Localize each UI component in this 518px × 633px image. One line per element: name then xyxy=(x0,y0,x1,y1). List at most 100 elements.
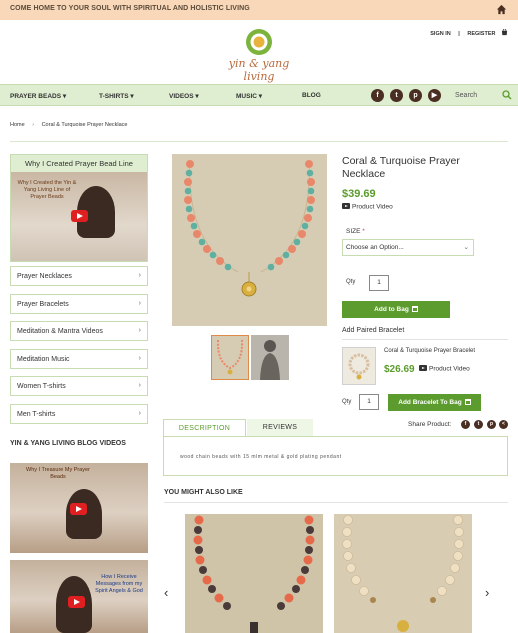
paired-product-image[interactable] xyxy=(342,347,376,385)
gallery-thumbnail-statue[interactable] xyxy=(251,335,289,380)
related-product-image xyxy=(342,515,464,632)
qty-input[interactable]: 1 xyxy=(369,275,389,291)
product-video-link[interactable]: Product Video xyxy=(342,203,393,211)
chevron-right-icon: › xyxy=(138,410,141,417)
blog-video-thumbnail[interactable]: How I Receive Messages from my Spirit An… xyxy=(10,560,148,633)
breadcrumb-current: Coral & Turquoise Prayer Necklace xyxy=(41,122,128,128)
description-panel: wood chain beads with 15 mlm metal & gol… xyxy=(163,436,508,476)
site-header: yin & yang living SIGN IN | REGISTER xyxy=(0,20,518,84)
chevron-right-icon: › xyxy=(138,272,141,279)
carousel-prev-button[interactable]: ‹ xyxy=(164,585,168,600)
chevron-down-icon: ⌄ xyxy=(463,244,469,251)
play-icon[interactable] xyxy=(71,210,88,222)
add-to-bag-label: Add to Bag xyxy=(374,306,409,313)
home-icon[interactable] xyxy=(496,4,507,15)
paired-qty-label: Qty xyxy=(342,399,352,405)
cart-icon[interactable] xyxy=(501,29,508,36)
bag-icon xyxy=(411,306,418,312)
sidebar-item-label: Meditation & Mantra Videos xyxy=(17,328,103,335)
sidebar-item-label: Prayer Necklaces xyxy=(17,273,72,280)
facebook-icon[interactable]: f xyxy=(371,89,384,102)
sidebar-item-meditation-music[interactable]: Meditation Music › xyxy=(10,349,148,369)
tab-description[interactable]: DESCRIPTION xyxy=(163,419,246,436)
nav-prayer-beads[interactable]: PRAYER BEADS ▾ xyxy=(10,92,66,100)
nav-videos[interactable]: VIDEOS ▾ xyxy=(169,92,199,100)
register-link[interactable]: REGISTER xyxy=(467,31,495,37)
required-marker: * xyxy=(362,228,365,235)
signin-link[interactable]: SIGN IN xyxy=(430,31,450,37)
sidebar-item-label: Prayer Bracelets xyxy=(17,301,69,308)
video-caption: Why I Treasure My Prayer Beads xyxy=(26,467,90,480)
related-product-image xyxy=(193,515,315,633)
thumbnail-image xyxy=(260,340,280,380)
add-bracelet-button[interactable]: Add Bracelet To Bag xyxy=(388,394,481,411)
sidebar-item-label: Meditation Music xyxy=(17,356,70,363)
pinterest-icon[interactable]: p xyxy=(409,89,422,102)
paired-heading: Add Paired Bracelet xyxy=(342,327,405,334)
paired-qty-input[interactable]: 1 xyxy=(359,394,379,410)
chevron-right-icon: › xyxy=(138,300,141,307)
chevron-right-icon: › xyxy=(138,382,141,389)
video-icon xyxy=(342,203,350,209)
youtube-icon[interactable]: ▶ xyxy=(428,89,441,102)
paired-video-link[interactable]: Product Video xyxy=(419,365,470,373)
breadcrumb-separator: › xyxy=(32,122,35,128)
nav-t-shirts[interactable]: T-SHIRTS ▾ xyxy=(99,92,134,100)
sidebar-item-women-tshirts[interactable]: Women T-shirts › xyxy=(10,376,148,396)
video-caption: How I Receive Messages from my Spirit An… xyxy=(95,574,143,594)
twitter-icon[interactable]: t xyxy=(390,89,403,102)
divider xyxy=(10,141,508,142)
blog-videos-heading: YIN & YANG LIVING BLOG VIDEOS xyxy=(10,440,126,447)
main-nav: PRAYER BEADS ▾ T-SHIRTS ▾ VIDEOS ▾ MUSIC… xyxy=(0,84,518,106)
sidebar-item-men-tshirts[interactable]: Men T-shirts › xyxy=(10,404,148,424)
video-caption: Why I Created the Yin & Yang Living Line… xyxy=(17,180,77,200)
size-label: SIZE * xyxy=(346,228,365,235)
tab-reviews[interactable]: REVIEWS xyxy=(247,419,313,436)
sidebar-item-prayer-necklaces[interactable]: Prayer Necklaces › xyxy=(10,266,148,286)
product-price: $39.69 xyxy=(342,188,376,200)
blog-video-thumbnail[interactable]: Why I Treasure My Prayer Beads xyxy=(10,463,148,553)
product-main-image[interactable] xyxy=(172,154,327,326)
carousel-next-button[interactable]: › xyxy=(485,585,489,600)
promo-bar: COME HOME TO YOUR SOUL WITH SPIRITUAL AN… xyxy=(0,0,518,20)
qty-label: Qty xyxy=(346,279,356,285)
breadcrumb-home[interactable]: Home xyxy=(10,122,25,128)
video-icon xyxy=(419,365,427,371)
play-icon[interactable] xyxy=(70,503,87,515)
related-heading: YOU MIGHT ALSO LIKE xyxy=(164,489,243,496)
play-icon[interactable] xyxy=(68,596,85,608)
search-icon[interactable] xyxy=(502,90,512,100)
related-product-card[interactable] xyxy=(185,514,323,633)
video-thumbnail[interactable]: Why I Created the Yin & Yang Living Line… xyxy=(11,172,147,261)
product-title: Coral & Turquoise Prayer Necklace xyxy=(342,155,460,180)
size-select-value: Choose an Option... xyxy=(346,244,404,251)
thumbnail-image xyxy=(216,339,244,375)
description-text: wood chain beads with 15 mlm metal & gol… xyxy=(180,454,342,460)
product-video-label: Product Video xyxy=(352,203,393,211)
paired-product-name[interactable]: Coral & Turquoise Prayer Bracelet xyxy=(384,348,475,354)
sidebar-item-meditation-videos[interactable]: Meditation & Mantra Videos › xyxy=(10,321,148,341)
gallery-thumbnail-necklace[interactable] xyxy=(211,335,249,380)
sidebar-item-prayer-bracelets[interactable]: Prayer Bracelets › xyxy=(10,294,148,314)
add-to-bag-button[interactable]: Add to Bag xyxy=(342,301,450,318)
size-select[interactable]: Choose an Option... ⌄ xyxy=(342,239,474,256)
size-label-text: SIZE xyxy=(346,228,361,235)
nav-blog[interactable]: BLOG xyxy=(302,92,321,99)
logo-icon[interactable] xyxy=(244,27,274,57)
sidebar-video-widget: Why I Created Prayer Bead Line Why I Cre… xyxy=(10,154,148,262)
sidebar-item-label: Women T-shirts xyxy=(17,383,66,390)
product-tabs: DESCRIPTION REVIEWS xyxy=(163,419,508,436)
logo-text: yin & yang living xyxy=(228,57,290,83)
bag-icon xyxy=(464,399,471,405)
add-bracelet-label: Add Bracelet To Bag xyxy=(398,399,462,406)
necklace-image xyxy=(184,159,315,297)
search-input[interactable]: Search xyxy=(455,92,477,99)
related-product-card[interactable] xyxy=(334,514,472,633)
bracelet-image xyxy=(348,353,370,380)
nav-music[interactable]: MUSIC ▾ xyxy=(236,92,262,100)
paired-video-label: Product Video xyxy=(429,365,470,373)
divider xyxy=(342,339,508,340)
sidebar-video-title: Why I Created Prayer Bead Line xyxy=(11,155,147,172)
divider xyxy=(164,502,508,503)
chevron-right-icon: › xyxy=(138,355,141,362)
